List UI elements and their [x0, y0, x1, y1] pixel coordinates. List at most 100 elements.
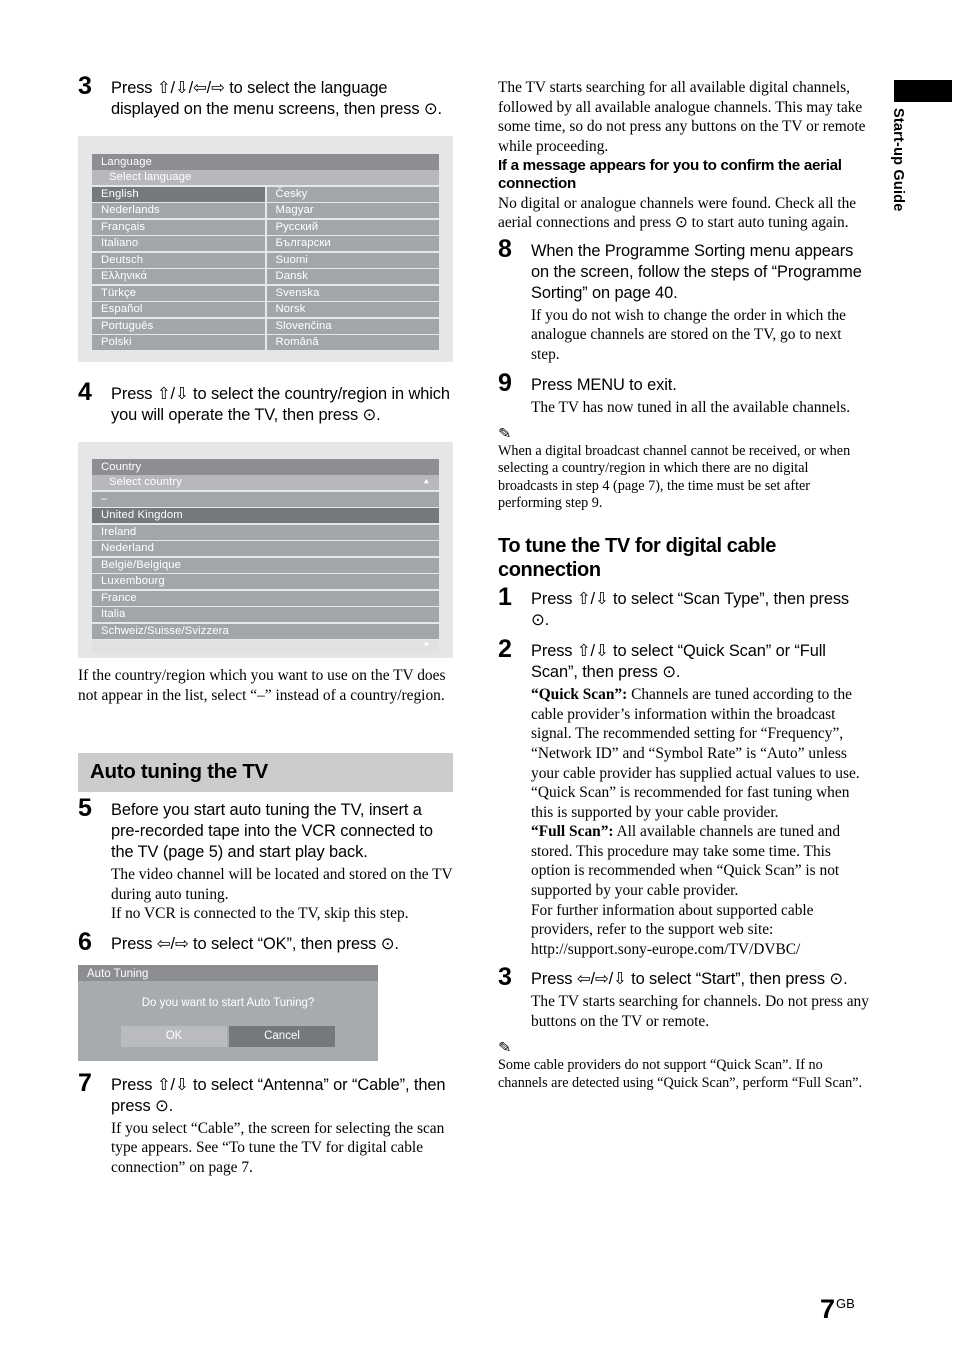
cable-support-website-info: For further information about supported … [531, 901, 814, 958]
country-option[interactable]: Italia [92, 607, 439, 622]
language-option[interactable]: Ελληνικά [92, 269, 265, 284]
step-9: 9 Press MENU to exit. The TV has now tun… [498, 370, 870, 418]
language-option[interactable]: Română [266, 335, 439, 350]
language-option[interactable]: Français [92, 219, 265, 235]
cable-step-1-text: Press ⇧/⇩ to select “Scan Type”, then pr… [531, 590, 850, 630]
step-5-sub2: If no VCR is connected to the TV, skip t… [111, 905, 409, 923]
cable-connection-heading: To tune the TV for digital cable connect… [498, 535, 776, 582]
language-option[interactable]: Nederlands [92, 203, 265, 218]
note-2-text: Some cable providers do not support “Qui… [498, 1057, 863, 1091]
country-option[interactable]: Luxembourg [92, 574, 439, 589]
full-scan-label: “Full Scan”: [531, 823, 614, 841]
language-osd-subtitle: Select language [92, 170, 439, 185]
arrow-up-icon[interactable]: ⯅ [423, 478, 430, 487]
step-4: 4 Press ⇧/⇩ to select the country/region… [78, 380, 453, 426]
country-option[interactable]: Schweiz/Suisse/Svizzera [92, 623, 439, 639]
language-option[interactable]: English [92, 186, 265, 202]
pencil-icon: ✎ [498, 1040, 512, 1057]
section-heading-auto-tuning: Auto tuning the TV [78, 753, 453, 793]
country-option[interactable]: France [92, 590, 439, 606]
page-number: 7GB [820, 1294, 855, 1325]
auto-tuning-dialog-buttons: OK Cancel [78, 1025, 378, 1047]
step-4-text: Press ⇧/⇩ to select the country/region i… [111, 385, 450, 424]
language-osd-title: Language [92, 154, 439, 170]
step-6-text: Press ⇦/⇨ to select “OK”, then press ⊙. [111, 934, 399, 953]
language-option[interactable]: Türkçe [92, 285, 265, 301]
step-6: 6 Press ⇦/⇨ to select “OK”, then press ⊙… [78, 929, 453, 955]
arrow-down-icon[interactable]: ⯆ [423, 642, 430, 651]
language-option[interactable]: Български [266, 236, 439, 251]
country-option[interactable]: Nederland [92, 541, 439, 556]
cable-step-2-text: Press ⇧/⇩ to select “Quick Scan” or “Ful… [531, 642, 826, 682]
cable-step-2-quick-scan: “Quick Scan”: Channels are tuned accordi… [531, 685, 870, 822]
step-6-number: 6 [78, 927, 92, 956]
step-3-text: Press ⇧/⇩/⇦/⇨ to select the language dis… [111, 79, 442, 118]
step-7-text: Press ⇧/⇩ to select “Antenna” or “Cable”… [111, 1075, 446, 1115]
note-block-1: ✎ When a digital broadcast channel canno… [498, 427, 870, 512]
step-9-sub: The TV has now tuned in all the availabl… [531, 398, 851, 416]
ok-button[interactable]: OK [121, 1025, 227, 1047]
pencil-icon: ✎ [498, 426, 512, 443]
manual-page: Start-up Guide 7GB 3 Press ⇧/⇩/⇦/⇨ to se… [0, 0, 954, 1356]
step-7: 7 Press ⇧/⇩ to select “Antenna” or “Cabl… [78, 1070, 453, 1178]
note-block-2: ✎ Some cable providers do not support “Q… [498, 1041, 870, 1092]
right-column: The TV starts searching for all availabl… [498, 78, 870, 1092]
language-option[interactable]: Dansk [266, 269, 439, 284]
note-1-text: When a digital broadcast channel cannot … [498, 443, 851, 512]
side-tab-label: Start-up Guide [890, 108, 906, 212]
side-tab-black-bar [894, 80, 952, 102]
language-option[interactable]: Slovenčina [266, 318, 439, 334]
country-osd-screenshot: Country Select country ⯅ – United Kingdom… [78, 442, 453, 658]
language-osd-screenshot: Language Select language English Nederlan… [78, 136, 453, 362]
aerial-connection-heading: If a message appears for you to confirm … [498, 157, 842, 193]
language-option[interactable]: Magyar [266, 203, 439, 218]
cable-step-3-number: 3 [498, 963, 512, 992]
step-5-sub1: The video channel will be located and st… [111, 866, 453, 903]
quick-scan-body: Channels are tuned according to the cabl… [531, 686, 860, 821]
language-option[interactable]: Português [92, 318, 265, 334]
step-5-number: 5 [78, 794, 92, 823]
step-3: 3 Press ⇧/⇩/⇦/⇨ to select the language d… [78, 74, 453, 120]
language-option[interactable]: Italiano [92, 236, 265, 251]
step-3-number: 3 [78, 72, 92, 100]
country-option[interactable]: Ireland [92, 524, 439, 540]
page-number-value: 7 [820, 1294, 836, 1324]
step-9-number: 9 [498, 368, 512, 397]
country-osd-scroll-bottom: ⯆ [92, 640, 439, 653]
cable-step-1: 1 Press ⇧/⇩ to select “Scan Type”, then … [498, 585, 870, 631]
step-8-text: When the Programme Sorting menu appears … [531, 241, 862, 302]
cable-step-2: 2 Press ⇧/⇩ to select “Quick Scan” or “F… [498, 637, 870, 959]
step-5-text: Before you start auto tuning the TV, ins… [111, 801, 433, 862]
language-option[interactable]: Español [92, 302, 265, 317]
language-option[interactable]: Polski [92, 335, 265, 350]
step-4-number: 4 [78, 378, 92, 406]
country-option[interactable]: United Kingdom [92, 508, 439, 523]
language-option[interactable]: Svenska [266, 285, 439, 301]
auto-tuning-dialog-message: Do you want to start Auto Tuning? [141, 996, 315, 1009]
step-8-number: 8 [498, 234, 512, 263]
language-option[interactable]: Deutsch [92, 252, 265, 268]
cable-step-1-number: 1 [498, 583, 512, 612]
country-osd-subtitle: Select country ⯅ [92, 475, 439, 490]
language-option[interactable]: Suomi [266, 252, 439, 268]
cable-step-2-full-scan: “Full Scan”: All available channels are … [531, 822, 870, 900]
cable-step-3-sub: The TV starts searching for channels. Do… [531, 993, 869, 1030]
left-column: 3 Press ⇧/⇩/⇦/⇨ to select the language d… [78, 74, 453, 1180]
step-5: 5 Before you start auto tuning the TV, i… [78, 796, 453, 924]
country-option[interactable]: – [92, 491, 439, 507]
language-option[interactable]: Norsk [266, 302, 439, 317]
auto-tuning-dialog-screenshot: Auto Tuning Do you want to start Auto Tu… [78, 964, 378, 1061]
country-osd-title: Country [92, 459, 439, 475]
language-option[interactable]: Русский [266, 219, 439, 235]
quick-scan-label: “Quick Scan”: [531, 686, 628, 704]
aerial-connection-body: No digital or analogue channels were fou… [498, 194, 857, 232]
step-8: 8 When the Programme Sorting menu appear… [498, 236, 870, 365]
country-osd-list: – United Kingdom Ireland Nederland België/Be… [92, 491, 439, 639]
cancel-button[interactable]: Cancel [229, 1025, 335, 1047]
cable-step-3: 3 Press ⇦/⇨/⇩ to select “Start”, then pr… [498, 965, 870, 1031]
intro-paragraph: The TV starts searching for all availabl… [498, 79, 866, 155]
country-option[interactable]: België/Belgique [92, 557, 439, 573]
language-option[interactable]: Česky [266, 186, 439, 202]
step-9-text: Press MENU to exit. [531, 375, 677, 394]
country-fallback-note: If the country/region which you want to … [78, 667, 446, 704]
